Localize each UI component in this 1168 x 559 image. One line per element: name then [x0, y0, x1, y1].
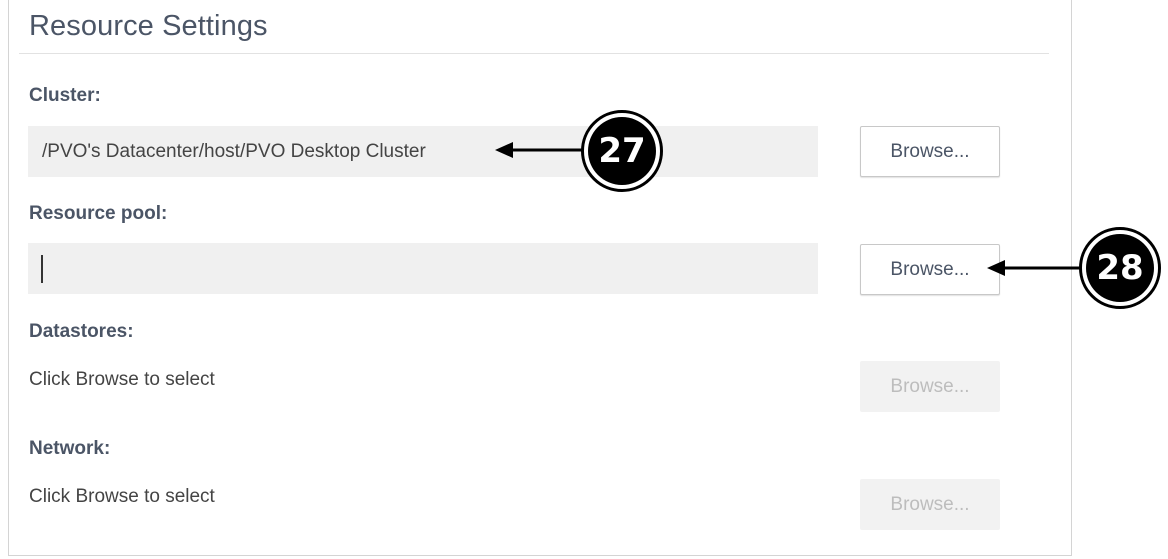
- callout-28-number: 28: [1086, 234, 1154, 302]
- cluster-value: /PVO's Datacenter/host/PVO Desktop Clust…: [42, 140, 426, 162]
- cluster-label: Cluster:: [29, 85, 101, 106]
- title-divider: [19, 53, 1049, 54]
- cluster-field[interactable]: /PVO's Datacenter/host/PVO Desktop Clust…: [28, 126, 818, 177]
- resource-pool-field[interactable]: [28, 243, 818, 294]
- resource-settings-panel: Resource Settings Cluster: /PVO's Datace…: [8, 0, 1072, 556]
- callout-27-arrow: [495, 142, 583, 158]
- network-browse-button[interactable]: Browse...: [860, 479, 1000, 530]
- callout-27-number: 27: [588, 117, 656, 185]
- section-title: Resource Settings: [29, 10, 268, 42]
- cluster-browse-button[interactable]: Browse...: [860, 126, 1000, 177]
- network-value: Click Browse to select: [29, 486, 215, 507]
- callout-27: 27: [581, 110, 663, 192]
- callout-28: 28: [1079, 227, 1161, 309]
- datastores-browse-button[interactable]: Browse...: [860, 361, 1000, 412]
- datastores-value: Click Browse to select: [29, 369, 215, 390]
- resource-pool-label: Resource pool:: [29, 203, 168, 224]
- datastores-label: Datastores:: [29, 321, 134, 342]
- resource-pool-browse-button[interactable]: Browse...: [860, 244, 1000, 295]
- network-label: Network:: [29, 438, 111, 459]
- text-cursor: [41, 254, 43, 283]
- callout-28-arrow: [987, 260, 1081, 276]
